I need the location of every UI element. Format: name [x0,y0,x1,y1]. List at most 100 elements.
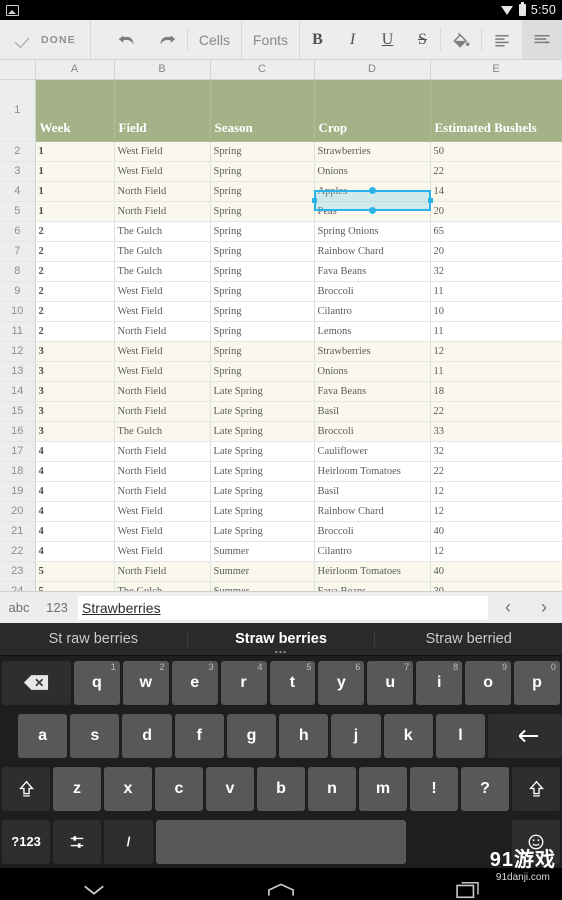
underline-button[interactable]: U [370,20,405,59]
row-number[interactable]: 10 [0,301,36,322]
sheet-cell[interactable]: 1 [35,181,115,202]
key-j[interactable]: j [331,713,381,758]
sheet-cell[interactable]: Spring [210,201,315,222]
sheet-cell[interactable]: The Gulch [114,581,211,591]
sheet-cell[interactable]: 11 [430,321,562,342]
sheet-cell[interactable]: Late Spring [210,381,315,402]
row-number[interactable]: 8 [0,261,36,282]
sheet-cell[interactable]: 12 [430,541,562,562]
redo-button[interactable] [147,20,187,59]
sheet-cell[interactable]: 20 [430,241,562,262]
backspace-key[interactable] [2,660,71,705]
sheet-cell[interactable]: 5 [35,581,115,591]
sheet-cell[interactable]: 4 [35,521,115,542]
key-v[interactable]: v [206,766,254,811]
sheet-cell[interactable]: 30 [430,581,562,591]
sheet-cell[interactable]: Summer [210,561,315,582]
row-number[interactable]: 14 [0,381,36,402]
sheet-cell[interactable]: 2 [35,261,115,282]
row-number[interactable]: 2 [0,141,36,162]
sheet-cell[interactable]: 1 [35,141,115,162]
sheet-cell[interactable]: Late Spring [210,481,315,502]
sheet-cell[interactable]: West Field [114,361,211,382]
sheet-cell[interactable]: West Field [114,301,211,322]
sheet-cell[interactable]: North Field [114,481,211,502]
done-button[interactable]: DONE [0,20,91,59]
sheet-cell[interactable]: 1 [35,161,115,182]
key-m[interactable]: m [359,766,407,811]
header-cell[interactable]: Season [210,79,315,142]
row-number[interactable]: 6 [0,221,36,242]
row-number[interactable]: 11 [0,321,36,342]
sheet-cell[interactable]: Cauliflower [314,441,431,462]
wrap-text-button[interactable] [522,20,562,59]
sheet-cell[interactable]: Basil [314,401,431,422]
sheet-cell[interactable]: Strawberries [314,341,431,362]
sheet-cell[interactable]: Spring [210,321,315,342]
key-g[interactable]: g [226,713,277,758]
sheet-cell[interactable]: North Field [114,321,211,342]
text-mode-toggle[interactable]: abc [0,600,38,615]
key-l[interactable]: l [435,713,486,758]
sheet-cell[interactable]: Broccoli [314,281,431,302]
keyboard-settings-key[interactable] [53,819,102,864]
sheet-cell[interactable]: Broccoli [314,521,431,542]
sheet-cell[interactable]: The Gulch [114,261,211,282]
sheet-cell[interactable]: 2 [35,241,115,262]
sheet-cell[interactable]: Broccoli [314,421,431,442]
row-number[interactable]: 9 [0,281,36,302]
sheet-cell[interactable]: North Field [114,401,211,422]
strikethrough-button[interactable]: S [405,20,440,59]
sheet-cell[interactable]: West Field [114,341,211,362]
select-all-corner[interactable] [0,60,36,80]
row-number[interactable]: 3 [0,161,36,182]
sheet-cell[interactable]: 3 [35,401,115,422]
sheet-cell[interactable]: Fava Beans [314,261,431,282]
sheet-cell[interactable]: Spring [210,161,315,182]
bold-button[interactable]: B [300,20,335,59]
spreadsheet-grid[interactable]: A B C D E 1 Week Field Season Crop Estim… [0,60,562,591]
sheet-cell[interactable]: Summer [210,581,315,591]
undo-button[interactable] [107,20,147,59]
header-cell[interactable]: Field [114,79,211,142]
sheet-cell[interactable]: 3 [35,421,115,442]
suggestion-item[interactable]: Straw berries [186,631,375,656]
italic-button[interactable]: I [335,20,370,59]
row-number[interactable]: 7 [0,241,36,262]
shift-key-right[interactable] [512,766,560,811]
header-cell[interactable]: Estimated Bushels [430,79,562,142]
sheet-cell[interactable]: 11 [430,281,562,302]
sheet-cell[interactable]: Onions [314,161,431,182]
sheet-cell[interactable]: Late Spring [210,461,315,482]
cells-button[interactable]: Cells [188,20,242,59]
column-header-a[interactable]: A [35,60,115,80]
sheet-cell[interactable]: 32 [430,261,562,282]
sheet-cell[interactable]: 12 [430,501,562,522]
key-s[interactable]: s [70,713,120,758]
sheet-cell[interactable]: 3 [35,361,115,382]
symbols-key[interactable]: ?123 [2,819,51,864]
row-number[interactable]: 4 [0,181,36,202]
key-p[interactable]: p0 [514,660,560,705]
sheet-cell[interactable]: 40 [430,561,562,582]
sheet-cell[interactable]: 33 [430,421,562,442]
sheet-cell[interactable]: Apples [314,181,431,202]
number-mode-toggle[interactable]: 123 [38,600,76,615]
sheet-cell[interactable]: The Gulch [114,241,211,262]
sheet-cell[interactable]: Late Spring [210,441,315,462]
sheet-cell[interactable]: The Gulch [114,221,211,242]
key-?[interactable]: ? [461,766,509,811]
sheet-cell[interactable]: North Field [114,181,211,202]
row-number[interactable]: 12 [0,341,36,362]
key-h[interactable]: h [279,713,329,758]
sheet-cell[interactable]: 4 [35,501,115,522]
key-a[interactable]: a [18,713,68,758]
home-button[interactable] [187,882,374,898]
fill-color-button[interactable] [441,20,481,59]
key-z[interactable]: z [53,766,101,811]
sheet-cell[interactable]: Rainbow Chard [314,241,431,262]
key-x[interactable]: x [104,766,152,811]
sheet-cell[interactable]: Cilantro [314,301,431,322]
shift-key-left[interactable] [2,766,50,811]
sheet-cell[interactable]: Heirloom Tomatoes [314,461,431,482]
